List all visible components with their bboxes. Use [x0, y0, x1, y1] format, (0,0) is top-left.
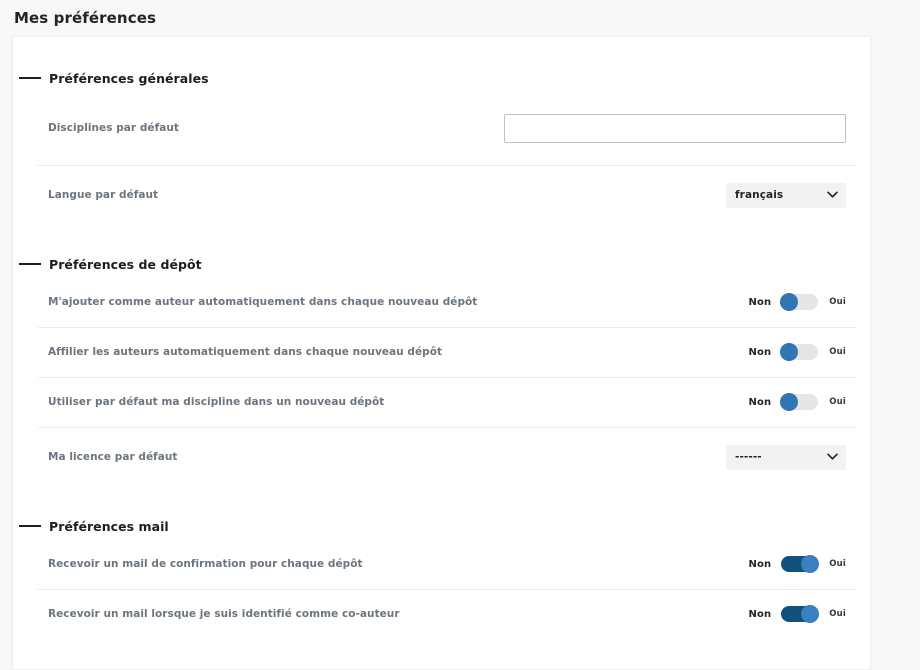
toggle-group-mail-coauthor: Non Oui — [748, 605, 846, 623]
control-default-language: français — [726, 182, 846, 208]
toggle-on-label: Oui — [829, 347, 846, 357]
label-use-my-discipline: Utiliser par défaut ma discipline dans u… — [48, 396, 385, 408]
toggle-on-label: Oui — [829, 609, 846, 619]
toggle-group-mail-confirmation: Non Oui — [748, 555, 846, 573]
control-mail-coauthor: Non Oui — [748, 605, 846, 623]
toggle-knob — [801, 605, 820, 623]
toggle-use-my-discipline[interactable] — [780, 393, 819, 411]
toggle-affiliate-authors[interactable] — [780, 343, 819, 361]
section-title-deposit: Préférences de dépôt — [49, 256, 202, 272]
toggle-off-label: Non — [748, 608, 772, 620]
toggle-on-label: Oui — [829, 397, 846, 407]
toggle-mail-coauthor[interactable] — [781, 605, 820, 623]
toggle-knob — [801, 555, 820, 573]
control-affiliate-authors: Non Oui — [748, 343, 846, 361]
toggle-knob — [780, 393, 799, 411]
pref-row-default-disciplines: Disciplines par défaut — [38, 91, 856, 165]
section-dash-icon — [19, 77, 41, 79]
card-bottom-spacer — [13, 639, 870, 669]
section-header-general: Préférences générales — [13, 65, 870, 91]
section-title-general: Préférences générales — [49, 70, 209, 86]
control-add-me-as-author: Non Oui — [748, 293, 846, 311]
pref-row-mail-coauthor: Recevoir un mail lorsque je suis identif… — [38, 589, 856, 639]
label-mail-coauthor: Recevoir un mail lorsque je suis identif… — [48, 608, 400, 620]
control-default-license: ------ — [726, 444, 846, 470]
toggle-knob — [780, 293, 799, 311]
pref-row-mail-confirmation: Recevoir un mail de confirmation pour ch… — [38, 539, 856, 589]
section-dash-icon — [19, 525, 41, 527]
label-default-disciplines: Disciplines par défaut — [48, 122, 179, 134]
toggle-group-use-my-discipline: Non Oui — [748, 393, 846, 411]
toggle-mail-confirmation[interactable] — [781, 555, 820, 573]
toggle-off-label: Non — [748, 396, 772, 408]
label-mail-confirmation: Recevoir un mail de confirmation pour ch… — [48, 558, 363, 570]
section-title-mail: Préférences mail — [49, 518, 169, 534]
pref-row-default-license: Ma licence par défaut ------ — [38, 427, 856, 487]
pref-row-add-me-as-author: M'ajouter comme auteur automatiquement d… — [38, 277, 856, 327]
default-license-select-value[interactable]: ------ — [726, 444, 846, 470]
pref-row-use-my-discipline: Utiliser par défaut ma discipline dans u… — [38, 377, 856, 427]
pref-row-affiliate-authors: Affilier les auteurs automatiquement dan… — [38, 327, 856, 377]
pref-row-default-language: Langue par défaut français — [38, 165, 856, 225]
toggle-group-add-me-as-author: Non Oui — [748, 293, 846, 311]
label-default-language: Langue par défaut — [48, 189, 159, 201]
default-disciplines-input[interactable] — [504, 113, 846, 143]
toggle-off-label: Non — [748, 558, 772, 570]
default-license-select[interactable]: ------ — [726, 444, 846, 470]
control-use-my-discipline: Non Oui — [748, 393, 846, 411]
label-add-me-as-author: M'ajouter comme auteur automatiquement d… — [48, 296, 478, 308]
section-header-mail: Préférences mail — [13, 513, 870, 539]
toggle-add-me-as-author[interactable] — [780, 293, 819, 311]
label-default-license: Ma licence par défaut — [48, 451, 178, 463]
toggle-on-label: Oui — [829, 297, 846, 307]
toggle-off-label: Non — [748, 296, 772, 308]
preferences-card: Préférences générales Disciplines par dé… — [12, 36, 871, 670]
control-mail-confirmation: Non Oui — [748, 555, 846, 573]
toggle-on-label: Oui — [829, 559, 846, 569]
label-affiliate-authors: Affilier les auteurs automatiquement dan… — [48, 346, 443, 358]
page-title: Mes préférences — [14, 9, 157, 27]
section-header-deposit: Préférences de dépôt — [13, 251, 870, 277]
default-language-select-value[interactable]: français — [726, 182, 846, 208]
toggle-group-affiliate-authors: Non Oui — [748, 343, 846, 361]
toggle-knob — [780, 343, 799, 361]
section-dash-icon — [19, 263, 41, 265]
toggle-off-label: Non — [748, 346, 772, 358]
control-default-disciplines — [504, 113, 846, 143]
default-language-select[interactable]: français — [726, 182, 846, 208]
